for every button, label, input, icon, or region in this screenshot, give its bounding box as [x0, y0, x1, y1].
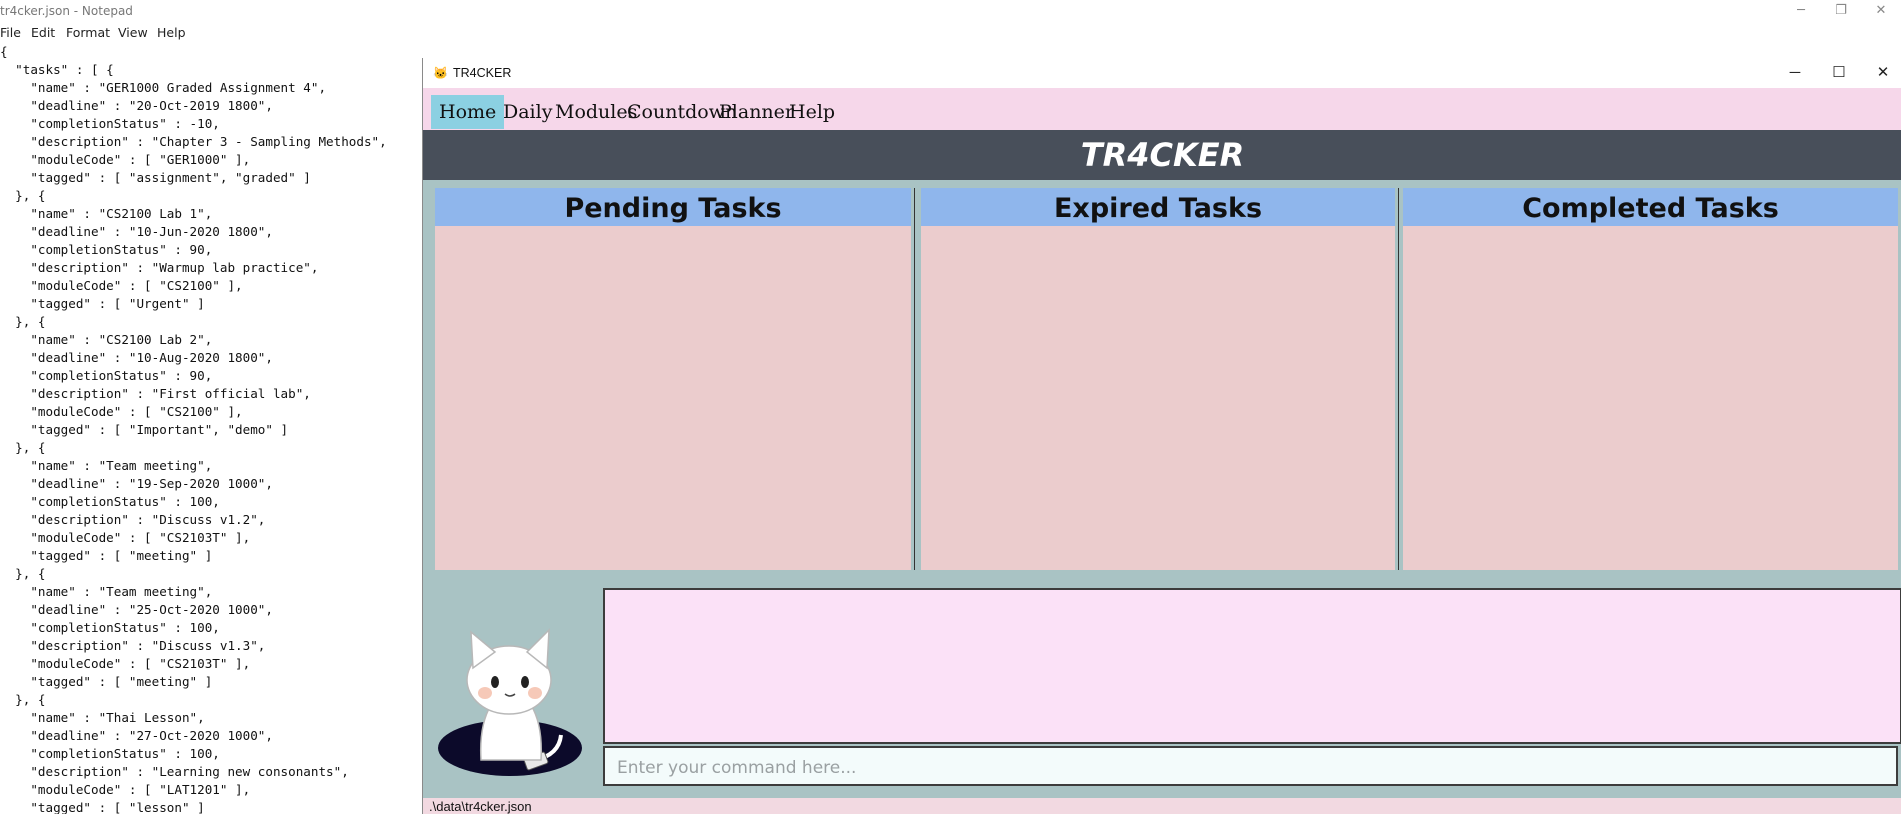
tr4cker-window: 🐱 TR4CKER ─ ☐ ✕ Home Daily Modules Count… [422, 58, 1901, 814]
notepad-minimize-icon[interactable]: ─ [1786, 0, 1816, 22]
app-cat-icon: 🐱 [433, 66, 448, 80]
close-icon[interactable]: ✕ [1861, 62, 1901, 84]
expired-tasks-header: Expired Tasks [921, 188, 1395, 226]
notepad-text-area[interactable]: { "tasks" : [ { "name" : "GER1000 Graded… [0, 43, 430, 814]
pending-tasks-header: Pending Tasks [435, 188, 911, 226]
result-display [603, 588, 1901, 744]
tab-help[interactable]: Help [781, 95, 843, 129]
notepad-window-title: tr4cker.json - Notepad [0, 4, 133, 18]
minimize-icon[interactable]: ─ [1773, 62, 1817, 84]
status-bar-path: .\data\tr4cker.json [423, 798, 1901, 814]
cat-mascot-image [438, 628, 582, 776]
notepad-menubar: File Edit Format View Help [0, 22, 1901, 42]
app-banner: TR4CKER [423, 130, 1901, 180]
notepad-titlebar: tr4cker.json - Notepad ─ ❐ ✕ [0, 0, 1901, 22]
app-titlebar: 🐱 TR4CKER ─ ☐ ✕ [423, 58, 1901, 88]
completed-tasks-panel[interactable]: Completed Tasks [1403, 188, 1898, 570]
command-input[interactable]: Enter your command here... [603, 746, 1898, 786]
notepad-menu-view[interactable]: View [118, 25, 148, 40]
notepad-menu-format[interactable]: Format [66, 25, 110, 40]
completed-tasks-header: Completed Tasks [1403, 188, 1898, 226]
notepad-menu-edit[interactable]: Edit [31, 25, 55, 40]
notepad-content: { "tasks" : [ { "name" : "GER1000 Graded… [0, 44, 387, 814]
pending-tasks-panel[interactable]: Pending Tasks [435, 188, 911, 570]
maximize-icon[interactable]: ☐ [1817, 62, 1861, 84]
panel-divider [1398, 188, 1399, 570]
notepad-menu-file[interactable]: File [0, 25, 21, 40]
app-menubar: Home Daily Modules Countdown Planner Hel… [423, 88, 1901, 130]
tab-home[interactable]: Home [431, 95, 505, 129]
panel-divider [914, 188, 915, 570]
notepad-menu-help[interactable]: Help [157, 25, 186, 40]
notepad-close-icon[interactable]: ✕ [1866, 0, 1896, 22]
app-window-title: TR4CKER [453, 66, 512, 80]
notepad-restore-icon[interactable]: ❐ [1826, 0, 1856, 22]
expired-tasks-panel[interactable]: Expired Tasks [921, 188, 1395, 570]
